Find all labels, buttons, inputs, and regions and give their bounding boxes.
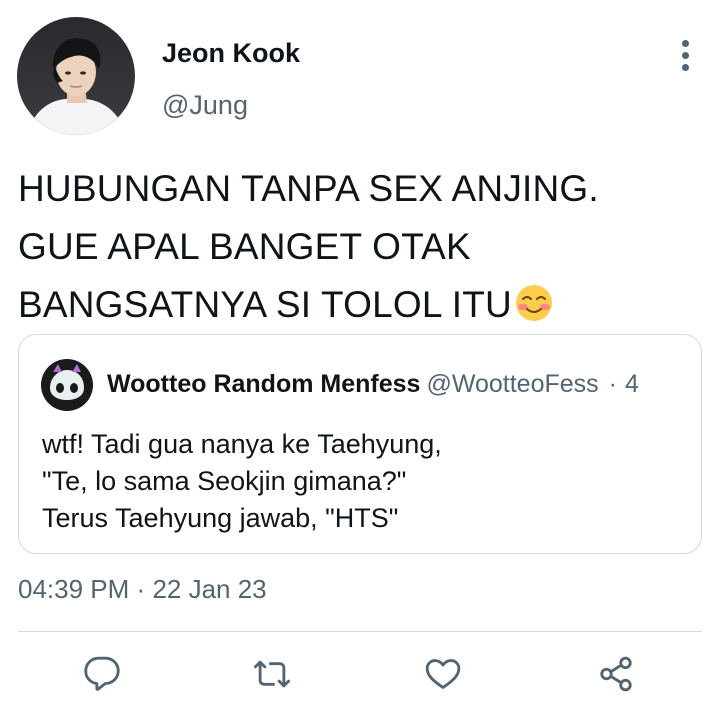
like-icon	[425, 659, 461, 689]
author-name[interactable]: Jeon Kook	[162, 38, 300, 69]
reply-icon	[84, 656, 120, 691]
quote-author-name[interactable]: Wootteo Random Menfess	[107, 370, 420, 398]
meta-separator: ·	[136, 574, 146, 604]
tweet-text: HUBUNGAN TANPA SEX ANJING. GUE APAL BANG…	[18, 160, 698, 334]
retweet-icon	[253, 660, 291, 688]
quote-header: Wootteo Random Menfess @WootteoFess · 4	[107, 370, 639, 399]
tweet-date[interactable]: 22 Jan 23	[152, 574, 266, 604]
quote-separator: ·	[608, 370, 617, 398]
tweet-text-line: HUBUNGAN TANPA SEX ANJING.	[18, 168, 599, 209]
share-icon	[600, 656, 632, 692]
quote-avatar[interactable]	[40, 358, 94, 412]
retweet-button[interactable]	[252, 654, 292, 694]
like-button[interactable]	[423, 654, 463, 694]
quote-text: wtf! Tadi gua nanya ke Taehyung, "Te, lo…	[42, 426, 442, 537]
reply-button[interactable]	[82, 654, 122, 694]
tweet-text-line: GUE APAL BANGET OTAK	[18, 226, 471, 267]
quote-author-handle[interactable]: @WootteoFess	[426, 370, 598, 398]
tweet-text-line-last: BANGSATNYA SI TOLOL ITU	[18, 276, 698, 334]
more-options-icon[interactable]	[676, 38, 696, 72]
divider	[18, 631, 702, 632]
tweet-text-line-content: BANGSATNYA SI TOLOL ITU	[18, 284, 512, 325]
quote-avatar-image	[40, 358, 94, 412]
quoted-tweet[interactable]: Wootteo Random Menfess @WootteoFess · 4 wtf…	[18, 334, 702, 554]
share-button[interactable]	[596, 654, 636, 694]
quote-text-line: wtf! Tadi gua nanya ke Taehyung,	[42, 429, 442, 459]
avatar-photo	[17, 17, 135, 135]
author-avatar[interactable]	[17, 17, 135, 135]
quote-text-line: "Te, lo sama Seokjin gimana?"	[42, 466, 407, 496]
blushing-smile-emoji-icon	[515, 285, 552, 321]
quote-time[interactable]: 4	[625, 370, 639, 398]
quote-text-line: Terus Taehyung jawab, "HTS"	[42, 503, 399, 533]
author-handle[interactable]: @Jung	[162, 90, 248, 121]
tweet-time[interactable]: 04:39 PM	[18, 574, 129, 604]
tweet-meta: 04:39 PM · 22 Jan 23	[18, 574, 267, 605]
